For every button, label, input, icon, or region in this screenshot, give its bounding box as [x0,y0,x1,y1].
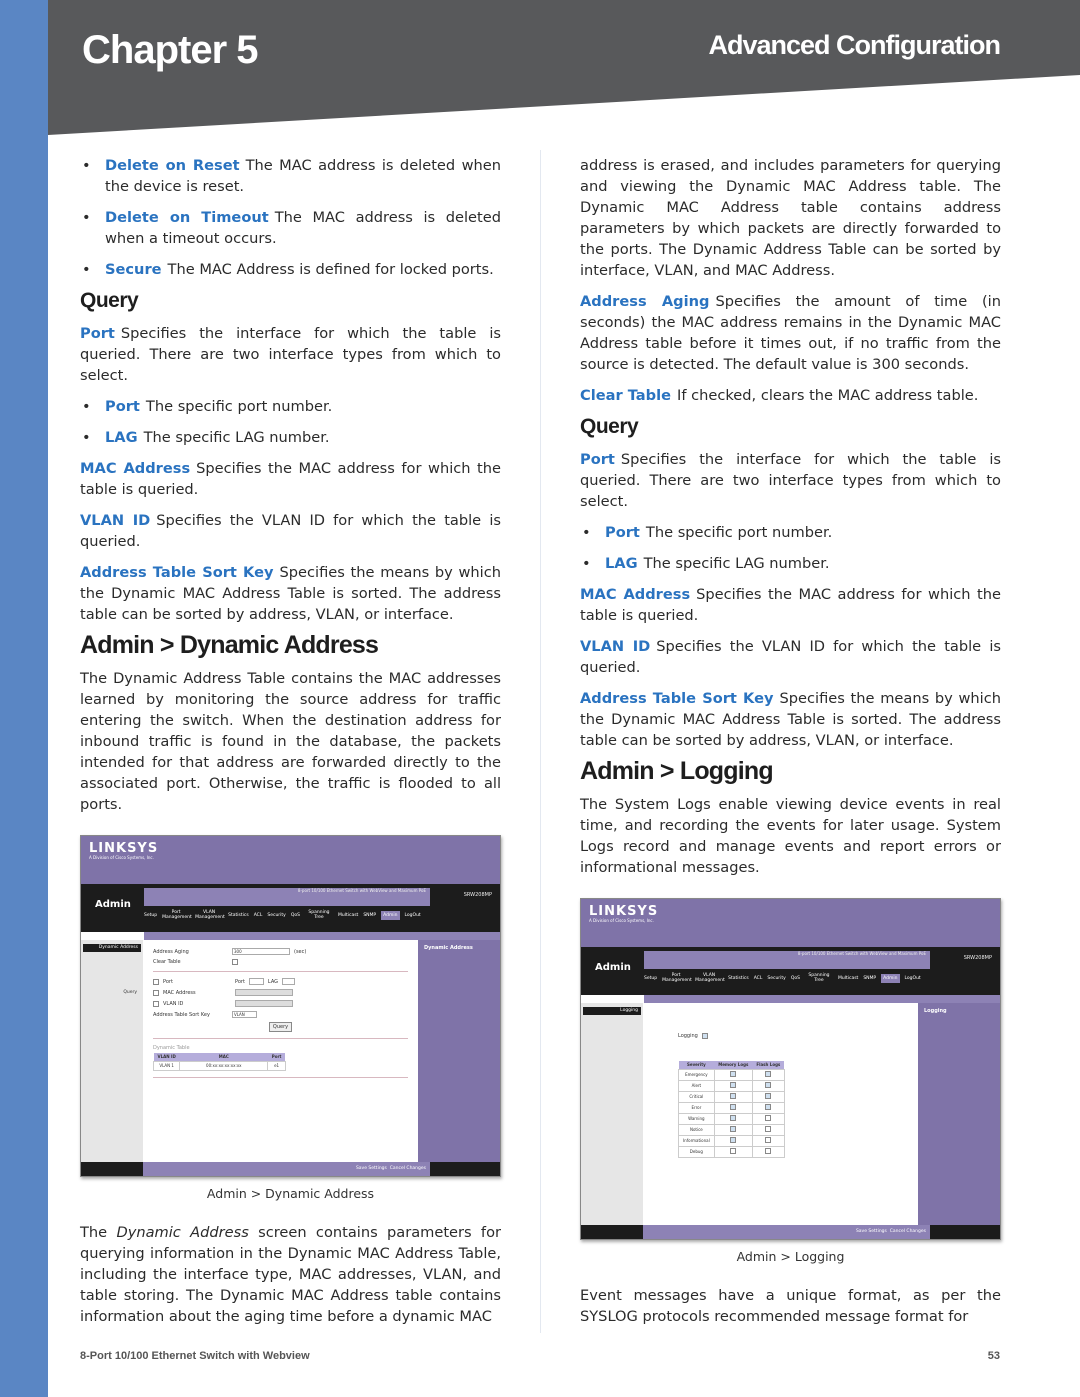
mem-log-checkbox [730,1071,737,1077]
flash-log-checkbox [765,1126,772,1132]
mem-log-checkbox [730,1115,737,1121]
chapter-sidebar-strip [0,0,48,1397]
port-definition: Port Specifies the interface for which th… [580,451,1001,510]
dynamic-address-continued: address is erased, and includes paramete… [580,157,1001,279]
list-item: PortThe specific port number. [80,396,501,417]
mem-log-checkbox [730,1148,737,1154]
webui-nav: Setup Port Management VLAN Management Stati… [644,973,921,983]
port-type-list: PortThe specific port number. LAGThe spe… [580,522,1001,574]
dynamic-address-intro: The Dynamic Address Table contains the M… [80,670,501,813]
flash-log-checkbox [765,1104,772,1110]
chapter-label: Chapter 5 [82,28,258,72]
clear-table-definition: Clear Table If checked, clears the MAC ad… [580,387,979,404]
list-item: Delete on TimeoutThe MAC address is dele… [80,207,501,249]
port-definition: Port Specifies the interface for which th… [80,325,501,384]
logging-row: Informational [678,1135,785,1147]
logging-caption: Admin > Logging [736,1249,845,1264]
logging-heading: Admin > Logging [580,757,774,785]
query-heading: Query [580,415,639,438]
list-item: SecureThe MAC Address is defined for loc… [80,259,501,280]
dynamic-address-description: The Dynamic Address screen contains para… [80,1224,501,1325]
logging-severity-table: Severity Memory Logs Flash Logs Emergency A… [678,1061,785,1158]
flash-log-checkbox [765,1137,772,1143]
list-item: LAGThe specific LAG number. [80,427,501,448]
logging-row: Critical [678,1091,785,1103]
list-item: LAGThe specific LAG number. [580,553,1001,574]
sortkey-definition: Address Table Sort Key Specifies the mean… [80,564,501,623]
logging-screenshot: LINKSYS A Division of Cisco Systems, Inc.… [580,898,1001,1240]
logging-row: Emergency [678,1069,785,1081]
mac-type-list: Delete on ResetThe MAC address is delete… [80,155,501,280]
vlan-definition: VLAN ID Specifies the VLAN ID for which t… [580,638,1001,676]
linksys-logo: LINKSYS A Division of Cisco Systems, Inc. [89,841,159,860]
left-column: Delete on ResetThe MAC address is delete… [80,155,501,1337]
list-item: Delete on ResetThe MAC address is delete… [80,155,501,197]
mem-log-checkbox [730,1137,737,1143]
flash-log-checkbox [765,1093,772,1099]
dynamic-address-screenshot: LINKSYS A Division of Cisco Systems, Inc.… [80,835,501,1177]
webui-nav: Setup Port Management VLAN Management Stati… [144,910,421,920]
sortkey-definition: Address Table Sort Key Specifies the mean… [580,690,1001,749]
flash-log-checkbox [765,1071,772,1077]
footer-product: 8-Port 10/100 Ethernet Switch with Webvi… [80,1350,310,1362]
vlan-definition: VLAN ID Specifies the VLAN ID for which t… [80,512,501,550]
dynamic-table: VLAN ID MAC Port VLAN 1 00:xx:xx:xx:xx:xx e1 [152,1053,286,1071]
mac-definition: MAC Address Specifies the MAC address for… [580,586,1002,624]
flash-log-checkbox [765,1115,772,1121]
mem-log-checkbox [730,1126,737,1132]
flash-log-checkbox [765,1148,772,1154]
list-item: PortThe specific port number. [580,522,1001,543]
logging-row: Debug [678,1146,785,1158]
logging-row: Alert [678,1080,785,1092]
address-aging-definition: Address Aging Specifies the amount of tim… [580,293,1001,373]
column-divider [540,150,541,1333]
dynamic-address-caption: Admin > Dynamic Address [206,1186,375,1201]
logging-row: Warning [678,1113,785,1125]
right-column: address is erased, and includes paramete… [580,155,1001,1337]
flash-log-checkbox [765,1082,772,1088]
logging-row: Notice [678,1124,785,1136]
page-number: 53 [987,1350,1000,1362]
query-heading: Query [80,289,139,312]
dynamic-address-heading: Admin > Dynamic Address [80,631,379,659]
logging-intro: The System Logs enable viewing device ev… [580,796,1001,876]
section-title: Advanced Configuration [708,30,1001,60]
linksys-logo: LINKSYS A Division of Cisco Systems, Inc. [589,904,659,923]
mac-definition: MAC Address Specifies the MAC address for… [80,460,502,498]
mem-log-checkbox [730,1104,737,1110]
mem-log-checkbox [730,1082,737,1088]
logging-row: Error [678,1102,785,1114]
mem-log-checkbox [730,1093,737,1099]
port-type-list: PortThe specific port number. LAGThe spe… [80,396,501,448]
logging-description: Event messages have a unique format, as … [580,1287,1001,1325]
